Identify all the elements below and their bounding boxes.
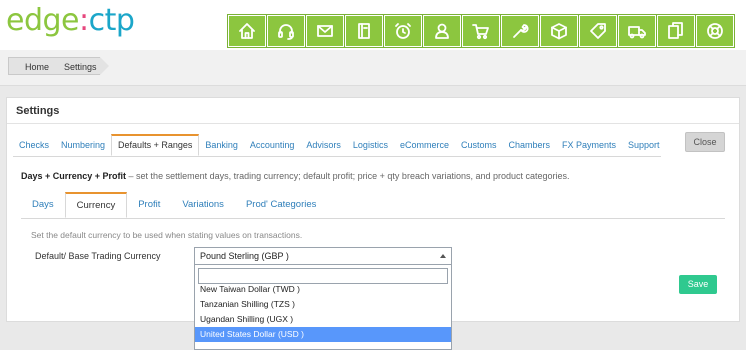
mail-icon[interactable] <box>305 14 345 48</box>
wrench-icon[interactable] <box>500 14 540 48</box>
currency-option[interactable]: Tanzanian Shilling (TZS ) <box>195 297 451 312</box>
truck-icon[interactable] <box>617 14 657 48</box>
close-button[interactable]: Close <box>685 132 725 152</box>
tab-support[interactable]: Support <box>622 134 666 156</box>
currency-option-selected[interactable]: United States Dollar (USD ) <box>195 327 451 342</box>
page-title: Settings <box>16 105 60 117</box>
logo-text-ctp: ctp <box>88 3 135 38</box>
headset-icon[interactable] <box>266 14 306 48</box>
tab-banking[interactable]: Banking <box>199 134 244 156</box>
tab-ecommerce[interactable]: eCommerce <box>394 134 455 156</box>
tab-numbering[interactable]: Numbering <box>55 134 111 156</box>
section-heading: Days + Currency + Profit – set the settl… <box>21 171 570 181</box>
documents-icon[interactable] <box>656 14 696 48</box>
currency-dropdown: New Taiwan Dollar (TWD ) Tanzanian Shill… <box>194 265 452 350</box>
section-description: – set the settlement days, trading curre… <box>126 171 570 181</box>
tab-logistics[interactable]: Logistics <box>347 134 394 156</box>
user-icon[interactable] <box>422 14 462 48</box>
alarm-clock-icon[interactable] <box>383 14 423 48</box>
logo-text-edge: edge <box>6 3 80 38</box>
subtab-profit[interactable]: Profit <box>127 192 171 218</box>
base-currency-select[interactable]: Pound Sterling (GBP ) <box>194 247 452 265</box>
base-currency-label: Default/ Base Trading Currency <box>35 251 161 261</box>
tag-icon[interactable] <box>578 14 618 48</box>
tab-accounting[interactable]: Accounting <box>244 134 301 156</box>
currency-hint: Set the default currency to be used when… <box>31 230 303 240</box>
subtab-variations[interactable]: Variations <box>171 192 235 218</box>
breadcrumb-home[interactable]: Home <box>8 57 62 75</box>
tab-chambers[interactable]: Chambers <box>502 134 556 156</box>
tab-defaults-ranges[interactable]: Defaults + Ranges <box>111 134 200 156</box>
lifebuoy-icon[interactable] <box>695 14 735 48</box>
app-logo[interactable]: edge:ctp <box>6 3 135 38</box>
breadcrumb: Home Settings <box>0 50 746 86</box>
currency-options: New Taiwan Dollar (TWD ) Tanzanian Shill… <box>195 284 451 342</box>
currency-option[interactable]: Ugandan Shilling (UGX ) <box>195 312 451 327</box>
caret-up-icon <box>440 254 446 258</box>
panel-divider <box>7 123 739 124</box>
subtab-currency[interactable]: Currency <box>64 192 128 218</box>
top-bar: edge:ctp <box>0 0 746 50</box>
subtab-days[interactable]: Days <box>21 192 65 218</box>
subtab-prod-categories[interactable]: Prod' Categories <box>235 192 327 218</box>
subtabs-divider <box>21 218 725 219</box>
tab-checks[interactable]: Checks <box>13 134 55 156</box>
home-icon[interactable] <box>227 14 267 48</box>
main-toolbar <box>227 14 735 48</box>
selected-currency: Pound Sterling (GBP ) <box>200 251 289 261</box>
defaults-subtabs: Days Currency Profit Variations Prod' Ca… <box>21 192 327 218</box>
notebook-icon[interactable] <box>344 14 384 48</box>
cart-icon[interactable] <box>461 14 501 48</box>
box-icon[interactable] <box>539 14 579 48</box>
tab-customs[interactable]: Customs <box>455 134 503 156</box>
tab-advisors[interactable]: Advisors <box>300 134 347 156</box>
tabs-divider <box>13 156 661 157</box>
currency-option[interactable]: New Taiwan Dollar (TWD ) <box>195 282 451 297</box>
breadcrumb-settings[interactable]: Settings <box>60 57 109 75</box>
tab-fx-payments[interactable]: FX Payments <box>556 134 622 156</box>
save-button[interactable]: Save <box>679 275 717 294</box>
section-title: Days + Currency + Profit <box>21 171 127 181</box>
settings-tabs: Checks Numbering Defaults + Ranges Banki… <box>13 134 666 156</box>
logo-text-colon: : <box>79 3 89 38</box>
